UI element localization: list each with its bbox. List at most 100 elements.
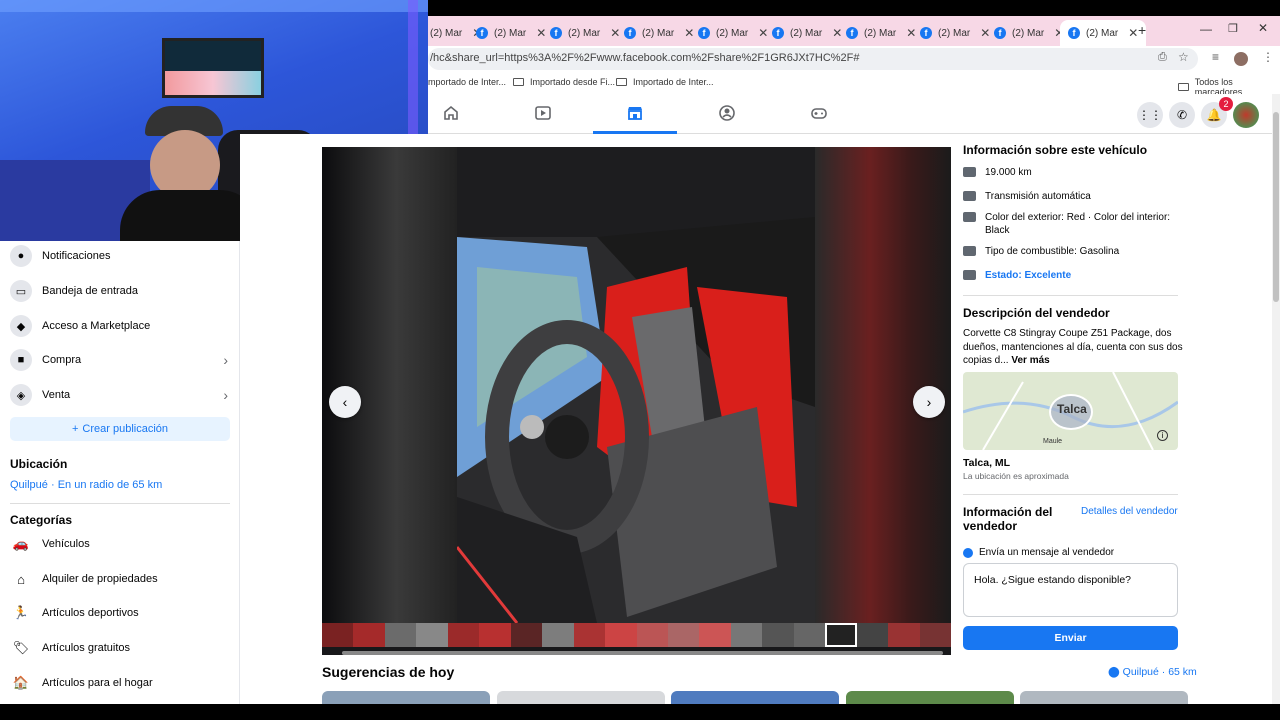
close-icon[interactable]: ✕ [832,26,842,40]
previous-photo-button[interactable]: ‹ [329,386,361,418]
browser-tab-active[interactable]: f (2) Mar ✕ [1060,20,1147,46]
browser-tab[interactable]: f(2) Mar✕ [698,20,768,46]
close-icon[interactable]: ✕ [1128,26,1138,40]
maximize-button[interactable]: ❐ [1228,22,1238,35]
page-scrollbar-thumb[interactable] [1273,112,1279,302]
close-icon[interactable]: ✕ [758,26,768,40]
divider [963,295,1178,296]
sidebar-item-notificaciones[interactable]: ● Notificaciones [10,241,230,271]
thumbnail[interactable] [888,623,920,647]
colors-row: Color del exterior: Red · Color del inte… [963,211,1183,237]
browser-tab[interactable]: f(2) Mar✕ [624,20,694,46]
speedometer-icon [963,167,976,177]
category-alquiler[interactable]: ⌂ Alquiler de propiedades [10,565,230,593]
close-icon[interactable]: ✕ [684,26,694,40]
category-vehiculos[interactable]: 🚗 Vehículos [10,530,230,558]
close-icon[interactable]: ✕ [906,26,916,40]
thumbnail[interactable] [384,623,417,647]
suggestion-card[interactable] [322,691,490,704]
thumbnail[interactable] [510,623,543,647]
sidebar-item-acceso[interactable]: ◆ Acceso a Marketplace [10,311,230,341]
browser-tab[interactable]: (2) Mar✕ [430,20,482,46]
bookmark-item[interactable]: Importado de Inter... [616,77,714,87]
address-bar-row: /hc&share_url=https%3A%2F%2Fwww.facebook… [428,46,1280,72]
gaming-icon[interactable] [810,104,828,122]
profile-avatar[interactable] [1234,52,1248,66]
browser-tab[interactable]: f(2) Mar✕ [476,20,546,46]
menu-dots-icon[interactable]: ⋮ [1262,50,1274,64]
browser-tab[interactable]: f(2) Mar✕ [846,20,916,46]
thumbnail-selected[interactable] [825,623,857,647]
category-hogar[interactable]: 🏠 Artículos para el hogar [10,669,230,697]
marketplace-icon[interactable] [626,104,644,122]
location-heading: Ubicación [10,457,68,471]
close-icon[interactable]: ✕ [536,26,546,40]
home-icon[interactable] [442,104,460,122]
thumbnail[interactable] [573,623,606,647]
suggestion-card[interactable] [846,691,1014,704]
close-icon[interactable]: ✕ [610,26,620,40]
new-tab-button[interactable]: + [1138,22,1146,38]
bookmark-star-icon[interactable]: ☆ [1178,50,1189,64]
browser-tab[interactable]: f(2) Mar✕ [994,20,1064,46]
seller-details-link[interactable]: Detalles del vendedor [1081,506,1178,517]
thumbnail[interactable] [699,623,731,647]
url-field[interactable]: /hc&share_url=https%3A%2F%2Fwww.facebook… [428,48,1198,70]
bookmark-item[interactable]: mportado de Inter... [428,77,506,87]
thumbnail[interactable] [605,623,637,647]
media-control-icon[interactable]: ≡ [1212,50,1219,64]
groups-icon[interactable] [718,104,736,122]
window-close-button[interactable]: ✕ [1258,21,1268,35]
thumbnail[interactable] [636,623,668,647]
map-small-label: Maule [1043,438,1063,445]
account-avatar[interactable] [1233,102,1259,128]
video-icon[interactable] [534,104,552,122]
messenger-icon[interactable]: ✆ [1169,102,1195,128]
bookmark-item[interactable]: Importado desde Fi... [513,77,615,87]
seller-info-title: Información del vendedor [963,505,1053,533]
thumbnail[interactable] [667,623,700,647]
sidebar-item-compra[interactable]: ■ Compra › [10,345,230,375]
thumbnail[interactable] [353,623,385,647]
listing-main-photo[interactable] [457,147,815,623]
suggestion-card[interactable] [497,691,665,704]
send-button[interactable]: Enviar [963,626,1178,650]
browser-tab[interactable]: f(2) Mar✕ [550,20,620,46]
browser-tab[interactable]: f(2) Mar✕ [772,20,842,46]
create-listing-button[interactable]: + Crear publicación [10,417,230,441]
shield-icon: ◆ [10,315,32,337]
sidebar-item-venta[interactable]: ◈ Venta › [10,380,230,410]
bag-icon: ■ [10,349,32,371]
thumbnail[interactable] [919,623,951,647]
sidebar-item-bandeja[interactable]: ▭ Bandeja de entrada [10,276,230,306]
next-photo-button[interactable]: › [913,386,945,418]
see-more-link[interactable]: Ver más [1011,355,1049,366]
thumbnail[interactable] [447,623,480,647]
location-link[interactable]: Quilpué · En un radio de 65 km [10,479,162,491]
thumbnail[interactable] [542,623,574,647]
thumbnail[interactable] [416,623,448,647]
menu-grid-icon[interactable]: ⋮⋮ [1137,102,1163,128]
info-icon[interactable]: i [1157,430,1168,441]
tag-icon: ◈ [10,384,32,406]
thumbnail[interactable] [856,623,889,647]
close-icon[interactable]: ✕ [980,26,990,40]
suggestion-card[interactable] [671,691,839,704]
thumbnail[interactable] [730,623,763,647]
category-deportivos[interactable]: 🏃 Artículos deportivos [10,599,230,627]
minimize-button[interactable]: — [1200,22,1212,36]
category-gratuitos[interactable]: 🏷 Artículos gratuitos [10,634,230,662]
runner-icon: 🏃 [12,605,30,620]
thumbnail[interactable] [479,623,511,647]
thumbnail[interactable] [793,623,826,647]
message-input[interactable]: Hola. ¿Sigue estando disponible? [963,563,1178,617]
suggestion-card[interactable] [1020,691,1188,704]
location-map[interactable]: Talca Maule i [963,372,1178,450]
thumbnail[interactable] [322,623,354,647]
thumbnail[interactable] [762,623,794,647]
thumbnail-scrollbar[interactable] [342,651,943,655]
suggestions-location-link[interactable]: ⬤ Quilpué · 65 km [1108,666,1197,678]
location-pin-icon: ⬤ [1108,666,1123,678]
browser-tab[interactable]: f(2) Mar✕ [920,20,990,46]
install-icon[interactable]: ⎙ [1158,51,1167,64]
